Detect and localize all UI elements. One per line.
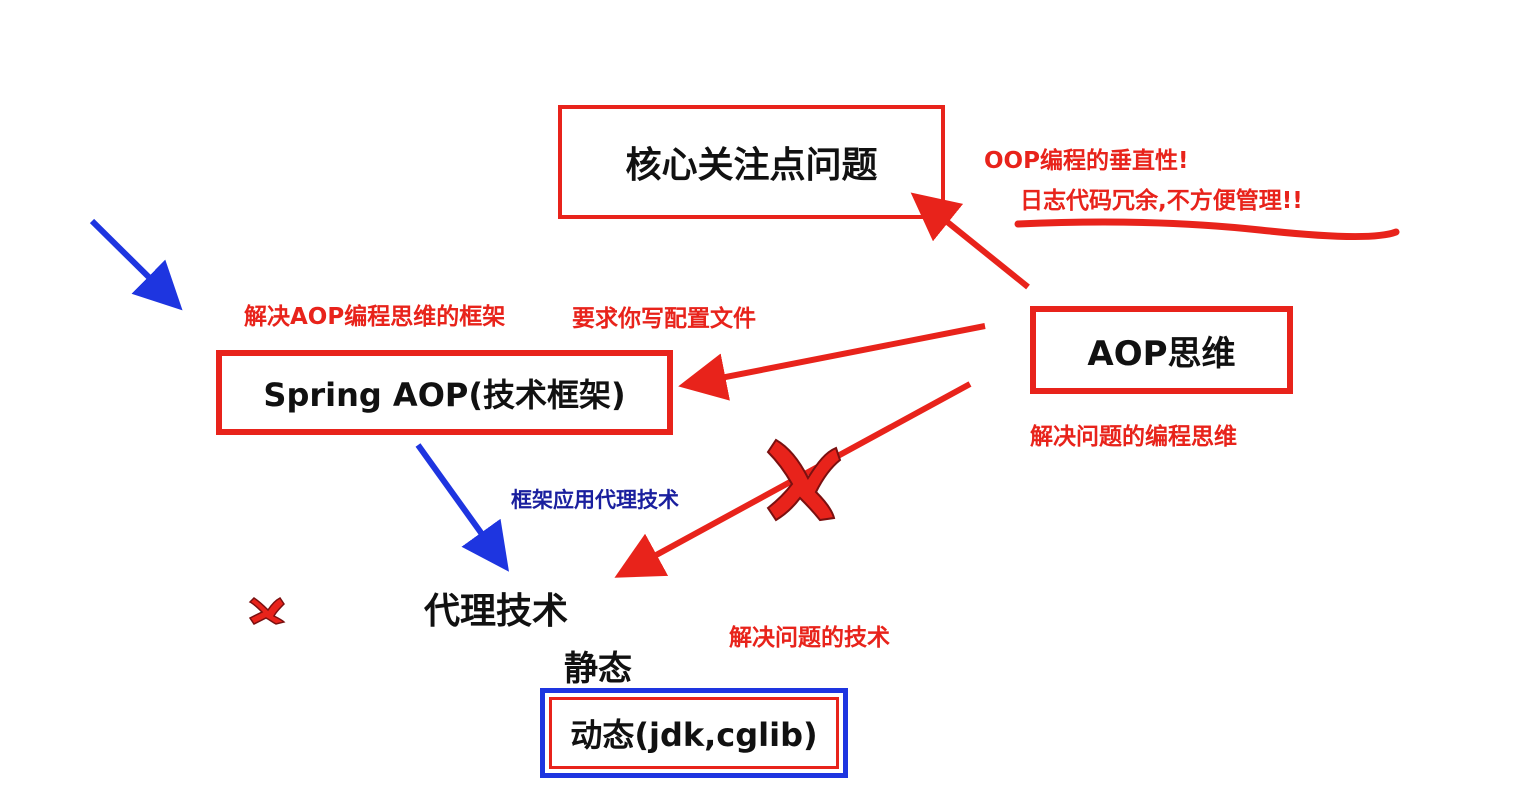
core-concern-box: 核心关注点问题 xyxy=(558,105,945,219)
static-label: 静态 xyxy=(564,649,632,689)
framework-uses-proxy-note: 框架应用代理技术 xyxy=(511,488,679,512)
spring-aop-label: Spring AOP(技术框架) xyxy=(263,375,626,414)
red-cross-mark-icon xyxy=(766,438,842,522)
solve-problem-thinking-note: 解决问题的编程思维 xyxy=(1030,424,1237,450)
arrow-blue-pointer xyxy=(89,218,183,311)
solve-aop-framework-note: 解决AOP编程思维的框架 xyxy=(244,304,506,330)
aop-thinking-box: AOP思维 xyxy=(1030,306,1293,394)
dynamic-label: 动态(jdk,cglib) xyxy=(570,716,818,754)
log-redundant-note: 日志代码冗余,不方便管理!! xyxy=(1020,188,1303,214)
red-underline xyxy=(1014,218,1400,241)
arrow-aop-to-spring xyxy=(678,323,986,401)
proxy-tech-label: 代理技术 xyxy=(424,591,569,632)
dynamic-box: 动态(jdk,cglib) xyxy=(540,688,848,778)
require-config-note: 要求你写配置文件 xyxy=(572,306,756,332)
spring-aop-box: Spring AOP(技术框架) xyxy=(216,350,673,435)
oop-vertical-note: OOP编程的垂直性! xyxy=(984,148,1189,174)
small-red-cross-mark-icon xyxy=(248,597,286,625)
dynamic-inner-box: 动态(jdk,cglib) xyxy=(549,697,839,769)
core-concern-label: 核心关注点问题 xyxy=(625,145,878,186)
arrow-spring-to-proxy xyxy=(415,443,509,572)
solve-problem-tech-note: 解决问题的技术 xyxy=(729,625,890,651)
aop-thinking-label: AOP思维 xyxy=(1087,333,1236,374)
